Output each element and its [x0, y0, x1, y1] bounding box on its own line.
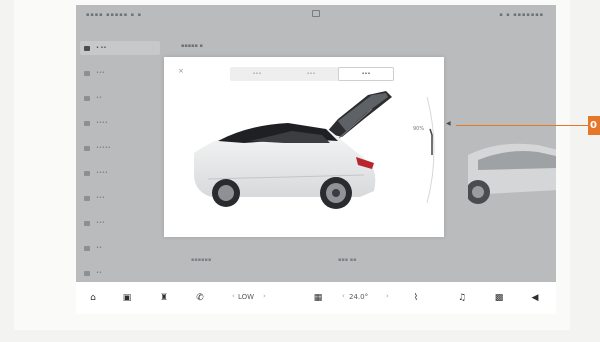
fan-increase-button[interactable]: ›	[263, 292, 266, 300]
trunk-open-percent: 90%	[413, 126, 425, 132]
temp-increase-button[interactable]: ›	[386, 292, 389, 300]
sidebar-item-icon	[84, 145, 90, 151]
sidebar-item-icon	[84, 195, 90, 201]
close-icon[interactable]: ×	[178, 67, 184, 75]
status-right-text: ▪ ▪ ▪▪▪▪▪▪▪	[499, 12, 544, 18]
sidebar-item-2[interactable]: ••	[84, 91, 102, 105]
sidebar-item-label: •••••	[96, 145, 111, 151]
background-car-image	[468, 143, 556, 204]
seat-icon[interactable]: ♜	[158, 292, 170, 304]
sidebar-item-icon	[84, 120, 90, 126]
status-center-icon	[312, 10, 320, 17]
sidebar-item-6[interactable]: •••	[84, 191, 105, 205]
heated-seat-icon[interactable]: ▦	[312, 292, 324, 304]
sidebar-item-icon	[84, 245, 90, 251]
dialog-tab-2[interactable]: •••	[338, 67, 394, 81]
fan-decrease-button[interactable]: ‹	[232, 292, 235, 300]
sidebar-item-label: ••	[96, 270, 102, 276]
temperature-value: 24.0°	[349, 293, 369, 301]
sidebar-item-0[interactable]: • ••	[80, 41, 160, 55]
sidebar-item-label: ••••	[96, 120, 108, 126]
car-trunk-open-image	[194, 91, 392, 209]
sidebar-item-icon	[84, 170, 90, 176]
sidebar-item-label: •••	[96, 220, 105, 226]
sidebar-item-5[interactable]: ••••	[84, 166, 108, 180]
wiper-icon[interactable]: ⌇	[410, 292, 422, 304]
fan-level: LOW	[238, 293, 255, 301]
status-bar: ▪▪▪▪ ▪▪▪▪▪ ▪ ▪ ▪ ▪ ▪▪▪▪▪▪▪	[76, 5, 556, 23]
car-icon[interactable]: ▣	[121, 292, 133, 304]
sidebar-item-4[interactable]: •••••	[84, 141, 111, 155]
music-icon[interactable]: ♫	[456, 292, 468, 304]
sidebar-item-label: ••	[96, 245, 102, 251]
dialog-tab-0[interactable]: •••	[230, 67, 284, 81]
sidebar-item-icon	[84, 270, 90, 276]
trunk-height-slider[interactable]	[425, 95, 441, 205]
sidebar-item-7[interactable]: •••	[84, 216, 105, 230]
sidebar-item-icon	[84, 70, 90, 76]
background-tab-label: ▪▪▪▪▪ ▪	[181, 43, 203, 49]
sidebar-item-label: •••	[96, 70, 105, 76]
volume-icon[interactable]: ◀	[529, 292, 541, 304]
background-setting-label: ▪▪▪▪▪▪	[191, 257, 212, 263]
sidebar-item-label: •••	[96, 195, 105, 201]
trunk-control-dialog: × ••• ••• ••• 90%	[164, 57, 444, 237]
home-icon[interactable]: ⌂	[87, 292, 99, 304]
sidebar-item-1[interactable]: •••	[84, 66, 105, 80]
bottom-dock: ⌂ ▣ ♜ ✆ ‹ LOW › ▦ ‹ 24.0° › ⌇ ♫ ▩ ◀	[76, 282, 556, 314]
sidebar-item-label: • ••	[96, 45, 107, 51]
sidebar-item-icon	[84, 45, 90, 51]
sidebar-item-9[interactable]: ••	[84, 266, 102, 280]
slider-marker-icon: ◀	[446, 120, 451, 127]
apps-icon[interactable]: ▩	[493, 292, 505, 304]
status-left-text: ▪▪▪▪ ▪▪▪▪▪ ▪ ▪	[86, 12, 143, 18]
sidebar-item-icon	[84, 220, 90, 226]
sidebar-item-8[interactable]: ••	[84, 241, 102, 255]
dialog-tab-group: ••• ••• •••	[230, 67, 394, 81]
sidebar: • •• ••• •• •••• ••••• •••• ••• ••• •• •…	[76, 35, 164, 285]
dialog-tab-1[interactable]: •••	[284, 67, 338, 81]
sidebar-item-icon	[84, 95, 90, 101]
callout-badge: 0	[588, 116, 600, 135]
sidebar-item-label: ••	[96, 95, 102, 101]
sidebar-item-label: ••••	[96, 170, 108, 176]
background-setting-value: ▪▪▪ ▪▪	[338, 257, 357, 263]
sidebar-item-3[interactable]: ••••	[84, 116, 108, 130]
temp-decrease-button[interactable]: ‹	[342, 292, 345, 300]
phone-icon[interactable]: ✆	[194, 292, 206, 304]
callout-line	[456, 125, 588, 126]
